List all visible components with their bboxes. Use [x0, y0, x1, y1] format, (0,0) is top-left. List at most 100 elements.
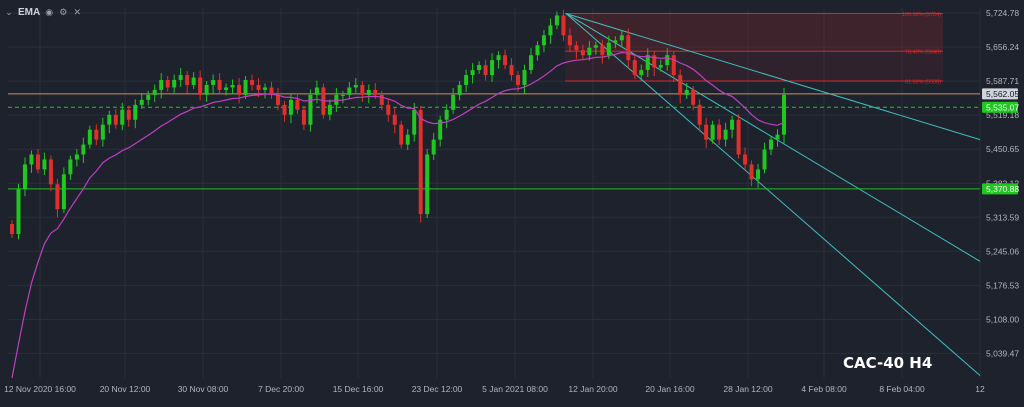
candle-body: [431, 139, 436, 155]
candle-body: [587, 47, 592, 56]
candle-body: [470, 70, 475, 76]
candle-body: [347, 87, 352, 95]
candle-body: [697, 104, 702, 125]
candle-body: [204, 84, 209, 95]
chart-canvas[interactable]: 12 Nov 2020 16:00 20 Nov 12:00 30 Nov 08:0…: [0, 0, 1024, 402]
fib-level-label: 61.80% (5588): [905, 80, 941, 86]
x-tick-label: 5 Jan 2021 08:00: [482, 384, 548, 394]
y-tick-label: 5,039.47: [986, 348, 1019, 358]
candle-body: [55, 184, 60, 210]
candle-body: [743, 154, 748, 165]
indicator-toolbar: ⌄ EMA ◉ ⚙ ✕: [4, 4, 82, 20]
settings-icon[interactable]: ⚙: [58, 7, 68, 17]
candle-body: [81, 144, 86, 155]
resistance-price-tag: 5,562.05: [986, 89, 1019, 99]
candle-body: [217, 80, 222, 90]
x-tick-label: 15 Dec 16:00: [333, 384, 384, 394]
candle-body: [548, 25, 553, 36]
candle-body: [567, 35, 572, 46]
candle-body: [146, 94, 151, 100]
candle-body: [671, 55, 676, 76]
candle-body: [340, 94, 345, 96]
candle-body: [198, 77, 203, 95]
candle-body: [528, 55, 533, 71]
eye-icon[interactable]: ◉: [44, 7, 54, 17]
candle-body: [165, 80, 170, 88]
candle-body: [152, 89, 157, 95]
candle-body: [619, 35, 624, 41]
x-tick-label: 20 Nov 12:00: [100, 384, 151, 394]
candle-body: [425, 154, 430, 215]
fib-zone-lower: [565, 51, 943, 82]
candle-body: [535, 45, 540, 56]
candle-body: [360, 84, 365, 95]
candle-body: [483, 65, 488, 76]
x-tick-label: 12: [975, 384, 985, 394]
candle-body: [503, 55, 508, 66]
candle-body: [243, 80, 248, 95]
candle-body: [314, 87, 319, 95]
candle-body: [392, 114, 397, 125]
x-tick-label: 30 Nov 08:00: [178, 384, 229, 394]
candle-body: [263, 87, 268, 90]
candle-body: [704, 124, 709, 140]
candle-body: [139, 99, 144, 105]
y-tick-label: 5,176.53: [986, 280, 1019, 290]
candle-body: [717, 124, 722, 140]
candle-body: [191, 77, 196, 85]
candle-body: [418, 109, 423, 215]
candle-body: [522, 70, 527, 85]
candle-body: [230, 84, 235, 88]
candle-body: [288, 99, 293, 115]
candle-body: [373, 89, 378, 95]
y-tick-label: 5,245.06: [986, 246, 1019, 256]
candle-body: [87, 129, 92, 145]
candle-body: [782, 94, 786, 135]
candle-body: [68, 159, 73, 175]
candle-body: [301, 109, 306, 125]
candle-body: [275, 94, 280, 105]
symbol-watermark: CAC-40 H4: [843, 354, 933, 372]
candle-body: [100, 124, 105, 140]
caret-icon[interactable]: ⌄: [4, 7, 14, 17]
close-icon[interactable]: ✕: [72, 7, 82, 17]
candle-body: [61, 174, 66, 210]
candle-body: [678, 75, 683, 95]
candle-body: [756, 169, 761, 180]
candle-body: [250, 80, 255, 85]
candle-body: [386, 104, 391, 115]
candle-body: [593, 45, 598, 48]
candle-body: [379, 94, 384, 105]
candle-body: [224, 87, 229, 90]
candle-body: [639, 70, 644, 76]
candle-body: [736, 119, 741, 155]
x-tick-label: 23 Dec 12:00: [412, 384, 463, 394]
candle-body: [762, 149, 767, 170]
x-tick-label: 12 Jan 20:00: [568, 384, 617, 394]
candle-body: [94, 129, 99, 140]
x-tick-label: 7 Dec 20:00: [258, 384, 304, 394]
candle-body: [48, 159, 53, 185]
y-tick-label: 5,587.71: [986, 76, 1019, 86]
candle-body: [35, 154, 40, 170]
candle-body: [308, 94, 313, 125]
candle-body: [632, 60, 637, 76]
x-tick-label: 28 Jan 12:00: [723, 384, 772, 394]
candle-body: [665, 55, 670, 66]
candle-body: [554, 15, 559, 26]
candle-body: [256, 84, 261, 90]
candle-body: [749, 164, 754, 180]
candle-body: [42, 159, 47, 170]
candle-body: [541, 35, 546, 46]
candle-body: [178, 75, 183, 81]
fib-level-label: 100.00% (5724): [902, 12, 941, 18]
y-tick-label: 5,656.24: [986, 42, 1019, 52]
candle-body: [613, 40, 618, 43]
candle-body: [16, 189, 21, 234]
candle-body: [211, 80, 216, 85]
candle-body: [490, 60, 495, 76]
indicator-label: EMA: [18, 6, 41, 18]
candle-body: [574, 45, 579, 51]
candle-body: [412, 109, 417, 135]
candle-body: [606, 42, 611, 56]
